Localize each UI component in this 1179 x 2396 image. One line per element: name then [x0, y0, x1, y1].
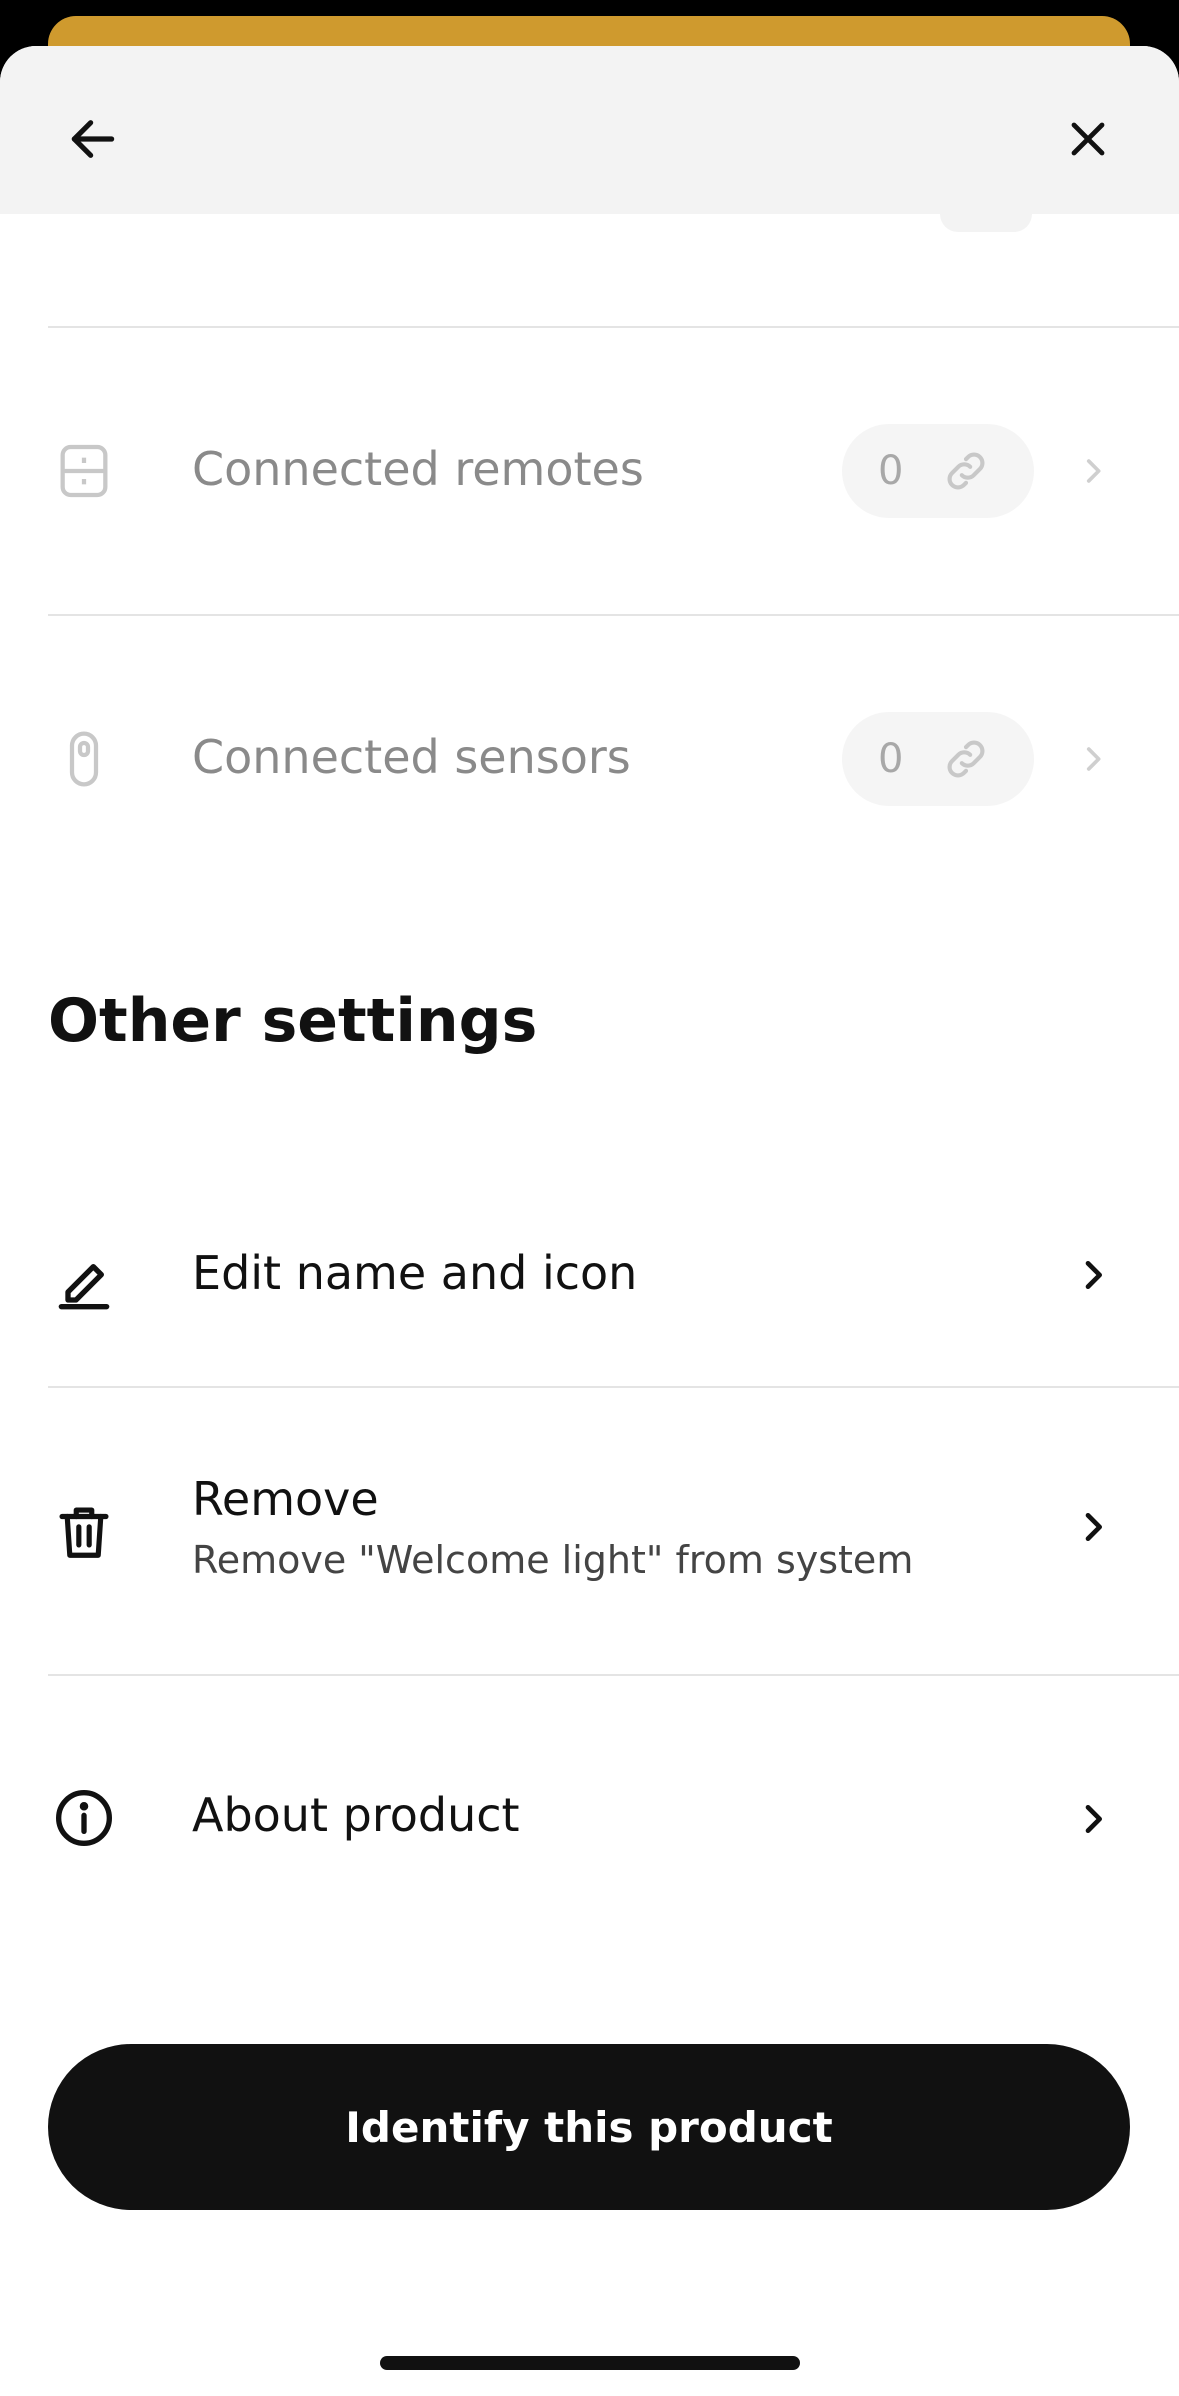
connected-sensors-label: Connected sensors	[192, 730, 631, 784]
about-product-label: About product	[192, 1788, 520, 1842]
home-indicator	[380, 2356, 800, 2370]
connected-remotes-count-badge: 0	[842, 424, 1034, 518]
chevron-right-icon	[1068, 1250, 1118, 1300]
arrow-left-icon	[71, 120, 115, 158]
remove-row[interactable]: Remove Remove "Welcome light" from syste…	[0, 1388, 1179, 1674]
chevron-right-icon	[1068, 1502, 1118, 1552]
connected-remotes-count: 0	[878, 448, 904, 494]
remote-icon	[48, 435, 120, 507]
close-button[interactable]	[1033, 84, 1143, 194]
scrolled-content-edge	[940, 214, 1032, 232]
connected-sensors-row[interactable]: Connected sensors 0	[0, 616, 1179, 902]
remove-label: Remove	[192, 1472, 379, 1526]
bottom-sheet: Connected remotes 0 Connected sensors 0	[0, 46, 1179, 2396]
chevron-right-icon	[1068, 446, 1118, 496]
trash-icon	[48, 1496, 120, 1568]
connected-sensors-count-badge: 0	[842, 712, 1034, 806]
about-product-row[interactable]: About product	[0, 1676, 1179, 1936]
link-icon	[947, 740, 985, 778]
sheet-header	[0, 46, 1179, 214]
other-settings-heading: Other settings	[48, 986, 538, 1056]
link-icon	[947, 452, 985, 490]
back-button[interactable]	[38, 84, 148, 194]
close-icon	[1071, 122, 1105, 156]
connected-sensors-count: 0	[878, 736, 904, 782]
chevron-right-icon	[1068, 734, 1118, 784]
remove-description: Remove "Welcome light" from system	[192, 1538, 914, 1582]
edit-name-and-icon-label: Edit name and icon	[192, 1246, 638, 1300]
pencil-icon	[48, 1244, 120, 1316]
sensor-icon	[48, 723, 120, 795]
connected-remotes-row[interactable]: Connected remotes 0	[0, 328, 1179, 614]
connected-remotes-label: Connected remotes	[192, 442, 644, 496]
chevron-right-icon	[1068, 1794, 1118, 1844]
info-icon	[48, 1782, 120, 1854]
identify-product-button[interactable]: Identify this product	[48, 2044, 1130, 2210]
